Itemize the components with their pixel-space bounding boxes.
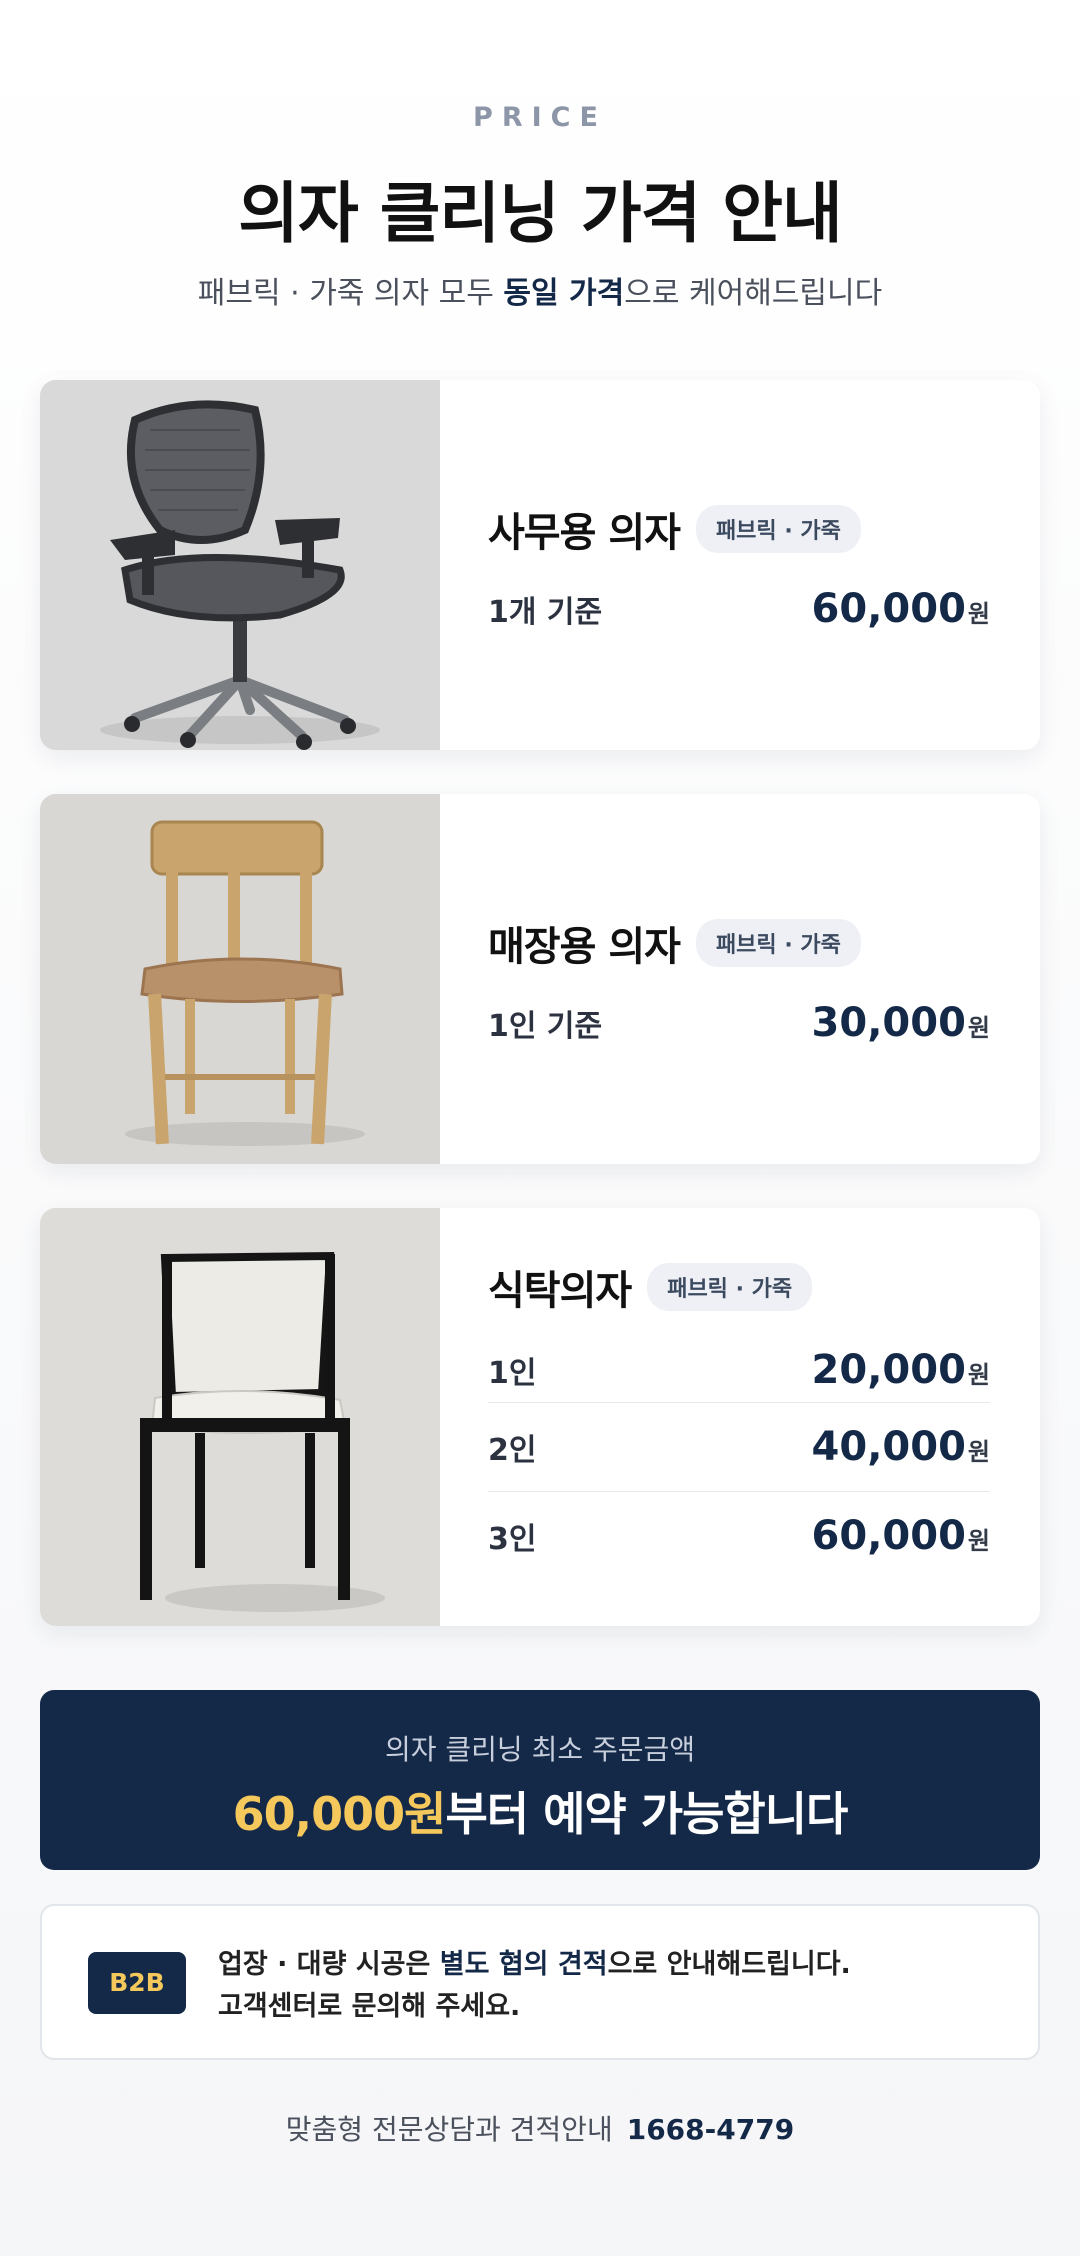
card-name: 사무용 의자 <box>488 510 681 556</box>
price-label: 3인 <box>488 1522 537 1557</box>
subtitle-text-end: 으로 케어해드립니다 <box>624 276 883 311</box>
minimum-order-label: 의자 클리닝 최소 주문금액 <box>384 1733 696 1766</box>
dining-chair-photo <box>40 1208 440 1626</box>
price-row: 1개 기준 60,000원 <box>488 586 990 632</box>
subtitle-text: 패브릭 · 가죽 의자 모두 <box>197 276 504 311</box>
price-row: 1인 20,000원 <box>488 1338 990 1402</box>
b2b-notice: B2B 업장 · 대량 시공은 별도 협의 견적으로 안내해드립니다. 고객센터… <box>40 1904 1040 2060</box>
store-chair-info: 매장용 의자 패브릭 · 가죽 1인 기준 30,000원 <box>488 914 990 1046</box>
wooden-chair-photo <box>40 794 440 1164</box>
contact-label: 맞춤형 전문상담과 견적안내 <box>285 2113 613 2146</box>
price-amount: 60,000원 <box>812 586 990 632</box>
price-value: 60,000 <box>811 1513 966 1559</box>
price-row: 2인 40,000원 <box>488 1403 990 1491</box>
material-tag: 패브릭 · 가죽 <box>695 505 861 553</box>
price-label: 1인 <box>488 1356 537 1391</box>
phone-number-link[interactable]: 1668-4779 <box>627 2113 794 2146</box>
card-name-row: 식탁의자 패브릭 · 가죽 <box>488 1258 990 1316</box>
b2b-highlight: 별도 협의 견적 <box>439 1949 608 1980</box>
price-label: 1개 기준 <box>488 595 603 630</box>
card-name: 식탁의자 <box>488 1268 632 1314</box>
minimum-order-rest: 부터 예약 가능합니다 <box>445 1787 848 1841</box>
dining-chair-info: 식탁의자 패브릭 · 가죽 1인 20,000원 2인 40,000원 3인 6… <box>488 1258 990 1580</box>
office-chair-photo <box>40 380 440 750</box>
b2b-badge: B2B <box>88 1952 186 2014</box>
price-value: 60,000 <box>811 586 966 632</box>
minimum-order-text: 60,000원부터 예약 가능합니다 <box>40 1778 1040 1844</box>
price-unit: 원 <box>967 1438 990 1466</box>
office-chair-info: 사무용 의자 패브릭 · 가죽 1개 기준 60,000원 <box>488 500 990 632</box>
card-name: 매장용 의자 <box>488 924 681 970</box>
card-name-row: 매장용 의자 패브릭 · 가죽 <box>488 914 990 972</box>
minimum-order-amount: 60,000원 <box>232 1787 447 1841</box>
price-card-dining-chair: 식탁의자 패브릭 · 가죽 1인 20,000원 2인 40,000원 3인 6… <box>40 1208 1040 1626</box>
price-unit: 원 <box>967 1014 990 1042</box>
price-unit: 원 <box>967 600 990 628</box>
section-eyebrow: PRICE <box>473 102 607 133</box>
price-card-office-chair: 사무용 의자 패브릭 · 가죽 1개 기준 60,000원 <box>40 380 1040 750</box>
page-title: 의자 클리닝 가격 안내 <box>238 175 842 252</box>
price-card-store-chair: 매장용 의자 패브릭 · 가죽 1인 기준 30,000원 <box>40 794 1040 1164</box>
page-subtitle: 패브릭 · 가죽 의자 모두 동일 가격으로 케어해드립니다 <box>0 268 1080 312</box>
contact-info: 맞춤형 전문상담과 견적안내 1668-4779 <box>0 2108 1080 2148</box>
price-label: 1인 기준 <box>488 1009 603 1044</box>
price-amount: 40,000원 <box>812 1424 990 1470</box>
material-tag: 패브릭 · 가죽 <box>647 1263 813 1311</box>
b2b-text: 업장 · 대량 시공은 별도 협의 견적으로 안내해드립니다. 고객센터로 문의… <box>218 1944 851 2028</box>
price-amount: 30,000원 <box>812 1000 990 1046</box>
price-value: 40,000 <box>811 1424 966 1470</box>
b2b-line-1: 업장 · 대량 시공은 별도 협의 견적으로 안내해드립니다. <box>218 1944 851 1986</box>
price-amount: 60,000원 <box>812 1513 990 1559</box>
material-tag: 패브릭 · 가죽 <box>695 919 861 967</box>
price-amount: 20,000원 <box>812 1347 990 1393</box>
price-value: 20,000 <box>811 1347 966 1393</box>
b2b-line-2: 고객센터로 문의해 주세요. <box>218 1991 521 2022</box>
card-name-row: 사무용 의자 패브릭 · 가죽 <box>488 500 990 558</box>
price-unit: 원 <box>967 1361 990 1389</box>
b2b-line-1-pre: 업장 · 대량 시공은 <box>218 1949 440 1980</box>
minimum-order-banner: 의자 클리닝 최소 주문금액 60,000원부터 예약 가능합니다 <box>40 1690 1040 1870</box>
price-label: 2인 <box>488 1433 537 1468</box>
price-value: 30,000 <box>811 1000 966 1046</box>
price-row: 3인 60,000원 <box>488 1492 990 1580</box>
price-row: 1인 기준 30,000원 <box>488 1000 990 1046</box>
b2b-line-1-post: 으로 안내해드립니다. <box>607 1949 851 1980</box>
price-unit: 원 <box>967 1527 990 1555</box>
subtitle-highlight: 동일 가격 <box>503 276 625 311</box>
